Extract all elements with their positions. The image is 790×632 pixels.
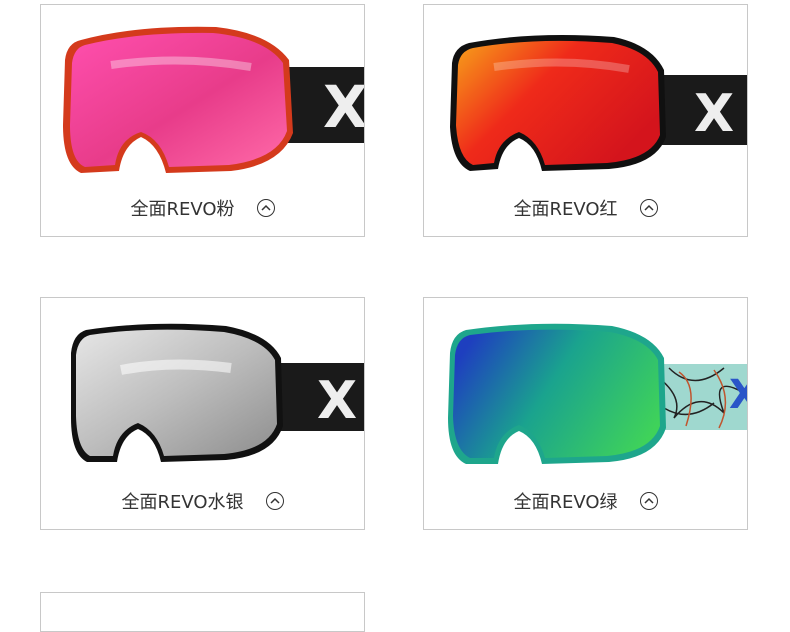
product-card-red[interactable]: X 全面REVO红 xyxy=(423,4,748,237)
chevron-up-circle-icon[interactable] xyxy=(639,492,658,510)
strap-logo: X xyxy=(323,73,365,141)
strap-logo: X xyxy=(317,371,357,431)
goggle-image: X xyxy=(448,323,748,464)
product-card-green[interactable]: X 全面REVO绿 xyxy=(423,297,748,530)
goggle-image: X xyxy=(450,35,747,171)
strap-logo: X xyxy=(729,372,748,418)
product-label: 全面REVO绿 xyxy=(513,492,618,513)
product-card-pink[interactable]: X 全面REVO粉 xyxy=(40,4,365,237)
product-card-mercury[interactable]: X 全面REVO水银 xyxy=(40,297,365,530)
product-label: 全面REVO水银 xyxy=(121,492,244,513)
goggle-image: X xyxy=(71,323,364,462)
chevron-up-circle-icon[interactable] xyxy=(265,492,284,510)
strap-logo: X xyxy=(694,84,734,144)
product-label: 全面REVO红 xyxy=(513,199,618,220)
chevron-up-circle-icon[interactable] xyxy=(639,199,658,217)
product-label: 全面REVO粉 xyxy=(130,199,235,220)
product-card-partial[interactable] xyxy=(40,592,365,632)
goggle-image: X xyxy=(63,26,365,173)
chevron-up-circle-icon[interactable] xyxy=(256,199,275,217)
